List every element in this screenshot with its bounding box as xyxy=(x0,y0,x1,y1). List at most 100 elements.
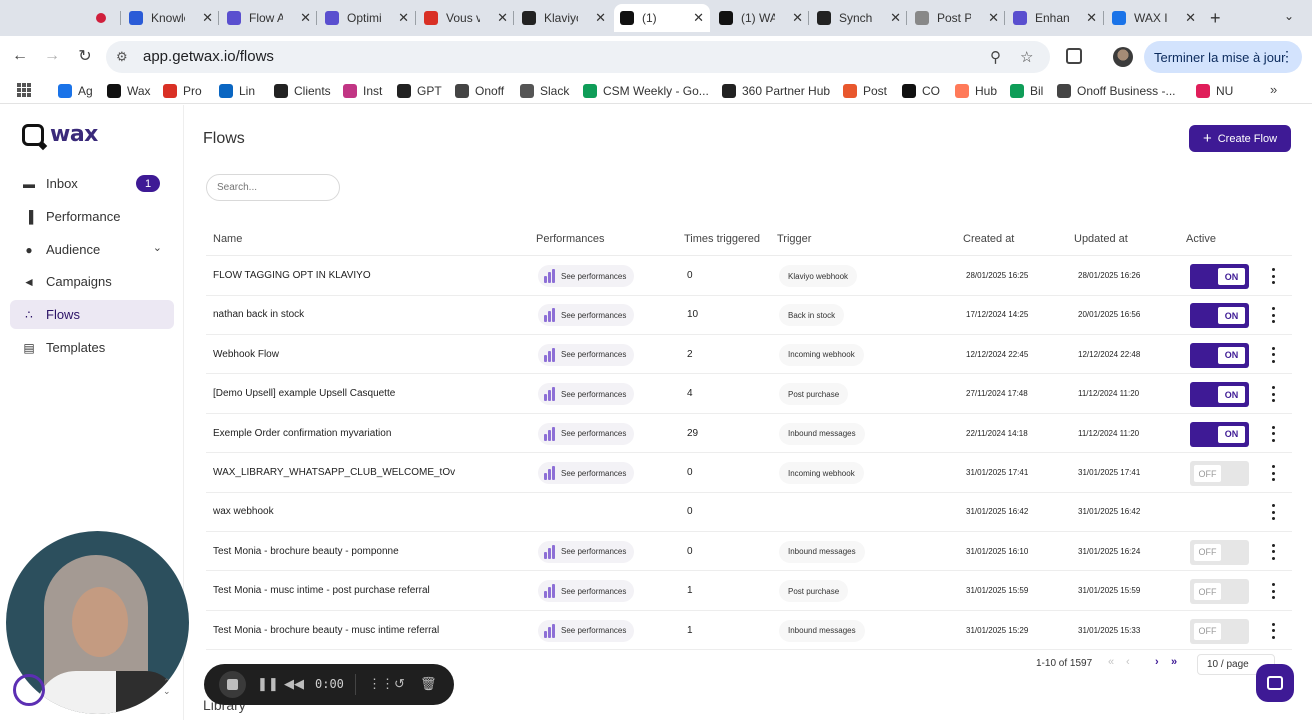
browser-tab[interactable]: WAX I ✕ xyxy=(1106,4,1202,32)
flow-name[interactable]: wax webhook xyxy=(213,492,274,531)
sidebar-item-campaigns[interactable]: ◄ Campaigns xyxy=(10,267,174,296)
active-toggle[interactable]: OFF xyxy=(1190,579,1249,605)
close-tab-icon[interactable]: ✕ xyxy=(792,10,803,26)
flow-name[interactable]: [Demo Upsell] example Upsell Casquette xyxy=(213,374,395,413)
browser-tab[interactable]: Optimi ✕ xyxy=(319,4,415,32)
sidebar-item-flows[interactable]: ∴ Flows xyxy=(10,300,174,329)
browser-tab[interactable]: Post P ✕ xyxy=(909,4,1005,32)
close-tab-icon[interactable]: ✕ xyxy=(595,10,606,26)
browser-tab[interactable]: Flow A ✕ xyxy=(221,4,317,32)
address-bar[interactable]: ⚙ app.getwax.io/flows ⚲ ☆ xyxy=(106,41,1050,73)
table-row[interactable]: FLOW TAGGING OPT IN KLAVIYO See performan… xyxy=(206,256,1292,296)
flow-name[interactable]: Webhook Flow xyxy=(213,335,279,374)
bookmark-item[interactable]: GPT xyxy=(397,82,442,100)
bookmark-item[interactable]: Slack xyxy=(520,82,569,100)
browser-tab[interactable]: Synch ✕ xyxy=(811,4,907,32)
see-performances-button[interactable]: See performances xyxy=(538,619,635,642)
close-tab-icon[interactable]: ✕ xyxy=(1185,10,1196,26)
sidebar-item-inbox[interactable]: ▬ Inbox 1 xyxy=(10,169,174,198)
bookmark-item[interactable]: Clients xyxy=(274,82,331,100)
new-tab-button[interactable]: + xyxy=(1210,8,1221,29)
back-arrow-icon[interactable]: ← xyxy=(10,46,30,66)
sidebar-item-audience[interactable]: ● Audience ⌄ xyxy=(10,235,174,264)
close-tab-icon[interactable]: ✕ xyxy=(497,10,508,26)
more-vertical-icon[interactable] xyxy=(1269,465,1277,481)
bookmark-item[interactable]: CO xyxy=(902,82,940,100)
active-toggle[interactable]: OFF xyxy=(1190,461,1249,486)
more-vertical-icon[interactable] xyxy=(1269,268,1277,284)
bookmark-item[interactable]: Onoff Business -... xyxy=(1057,82,1176,100)
close-tab-icon[interactable]: ✕ xyxy=(300,10,311,26)
wax-logo[interactable]: wax xyxy=(22,122,98,147)
bookmark-item[interactable]: Bil xyxy=(1010,82,1043,100)
close-tab-icon[interactable]: ✕ xyxy=(1086,10,1097,26)
tab-search-chevron-icon[interactable]: ⌄ xyxy=(1284,9,1294,23)
table-row[interactable]: nathan back in stock See performances 10 Ba… xyxy=(206,295,1292,335)
active-toggle[interactable]: ON xyxy=(1190,421,1249,447)
next-page-icon[interactable]: › xyxy=(1155,656,1159,668)
close-tab-icon[interactable]: ✕ xyxy=(988,10,999,26)
table-row[interactable]: wax webhook 0 31/01/2025 16:42 31/01/2025 1… xyxy=(206,492,1292,532)
table-row[interactable]: Test Monia - brochure beauty - pomponne S… xyxy=(206,532,1292,572)
bookmark-item[interactable]: CSM Weekly - Go... xyxy=(583,82,709,100)
resize-arrows-icon[interactable]: ⌃ ⌄ xyxy=(163,678,171,696)
more-vertical-icon[interactable] xyxy=(1269,307,1277,324)
profile-avatar[interactable] xyxy=(1113,47,1133,67)
flow-name[interactable]: WAX_LIBRARY_WHATSAPP_CLUB_WELCOME_tOv xyxy=(213,453,455,492)
active-toggle[interactable]: ON xyxy=(1190,303,1249,329)
bookmark-item[interactable]: NU xyxy=(1196,82,1233,100)
browser-tab[interactable]: (1) ✕ xyxy=(614,4,710,32)
close-tab-icon[interactable]: ✕ xyxy=(693,10,704,26)
active-toggle[interactable]: ON xyxy=(1190,342,1249,368)
browser-tab[interactable] xyxy=(88,4,114,32)
table-row[interactable]: [Demo Upsell] example Upsell Casquette Se… xyxy=(206,374,1292,414)
table-row[interactable]: Webhook Flow See performances 2 Incoming we… xyxy=(206,335,1292,375)
see-performances-button[interactable]: See performances xyxy=(538,422,635,445)
browser-tab[interactable]: (1) WA ✕ xyxy=(713,4,809,32)
chevron-down-icon[interactable]: ⌄ xyxy=(153,241,162,254)
table-row[interactable]: Test Monia - brochure beauty - musc inti… xyxy=(206,611,1292,651)
flow-name[interactable]: nathan back in stock xyxy=(213,295,304,334)
finish-update-button[interactable]: Terminer la mise à jour ⋮ xyxy=(1144,41,1302,73)
recorder-handle-icon[interactable] xyxy=(13,674,45,706)
apps-grid-icon[interactable] xyxy=(17,83,31,97)
more-vertical-icon[interactable]: ⋮ xyxy=(1280,48,1294,65)
sidebar-item-performance[interactable]: ▐ Performance xyxy=(10,202,174,231)
browser-tab[interactable]: Knowle ✕ xyxy=(123,4,219,32)
last-page-icon[interactable]: » xyxy=(1171,656,1177,668)
chat-support-button[interactable] xyxy=(1256,664,1294,702)
table-row[interactable]: WAX_LIBRARY_WHATSAPP_CLUB_WELCOME_tOv See… xyxy=(206,453,1292,493)
search-input[interactable] xyxy=(206,174,340,201)
bookmark-item[interactable]: Post xyxy=(843,82,887,100)
forward-arrow-icon[interactable]: → xyxy=(42,46,62,66)
flow-name[interactable]: Exemple Order confirmation myvariation xyxy=(213,414,391,453)
drag-grid-icon[interactable]: ⋮⋮ xyxy=(368,676,394,692)
more-vertical-icon[interactable] xyxy=(1269,346,1277,363)
close-tab-icon[interactable]: ✕ xyxy=(398,10,409,26)
close-tab-icon[interactable]: ✕ xyxy=(890,10,901,26)
flow-name[interactable]: Test Monia - brochure beauty - pomponne xyxy=(213,532,399,571)
active-toggle[interactable]: OFF xyxy=(1190,618,1249,644)
see-performances-button[interactable]: See performances xyxy=(538,304,635,327)
bookmark-item[interactable]: Hub xyxy=(955,82,997,100)
bookmark-item[interactable]: 360 Partner Hub xyxy=(722,82,830,100)
flow-name[interactable]: Test Monia - musc intime - post purchase… xyxy=(213,571,430,610)
see-performances-button[interactable]: See performances xyxy=(538,383,635,406)
stop-recording-button[interactable] xyxy=(219,671,246,698)
bookmark-star-icon[interactable]: ☆ xyxy=(1020,48,1033,66)
flow-name[interactable]: Test Monia - brochure beauty - musc inti… xyxy=(213,611,439,650)
flow-name[interactable]: FLOW TAGGING OPT IN KLAVIYO xyxy=(213,256,371,295)
bookmark-item[interactable]: Lin xyxy=(219,82,255,100)
trash-icon[interactable]: 🗑 xyxy=(420,676,437,692)
more-vertical-icon[interactable] xyxy=(1269,386,1277,403)
active-toggle[interactable]: ON xyxy=(1190,264,1249,289)
pause-icon[interactable]: ❚❚ xyxy=(257,676,279,692)
create-flow-button[interactable]: + Create Flow xyxy=(1189,125,1291,152)
see-performances-button[interactable]: See performances xyxy=(538,462,635,484)
site-settings-icon[interactable]: ⚙ xyxy=(116,49,128,65)
reload-icon[interactable]: ↻ xyxy=(75,46,95,66)
bookmark-item[interactable]: Ag xyxy=(58,82,93,100)
active-toggle[interactable]: ON xyxy=(1190,382,1249,408)
restart-icon[interactable]: ↺ xyxy=(394,676,405,692)
active-toggle[interactable]: OFF xyxy=(1190,539,1249,565)
